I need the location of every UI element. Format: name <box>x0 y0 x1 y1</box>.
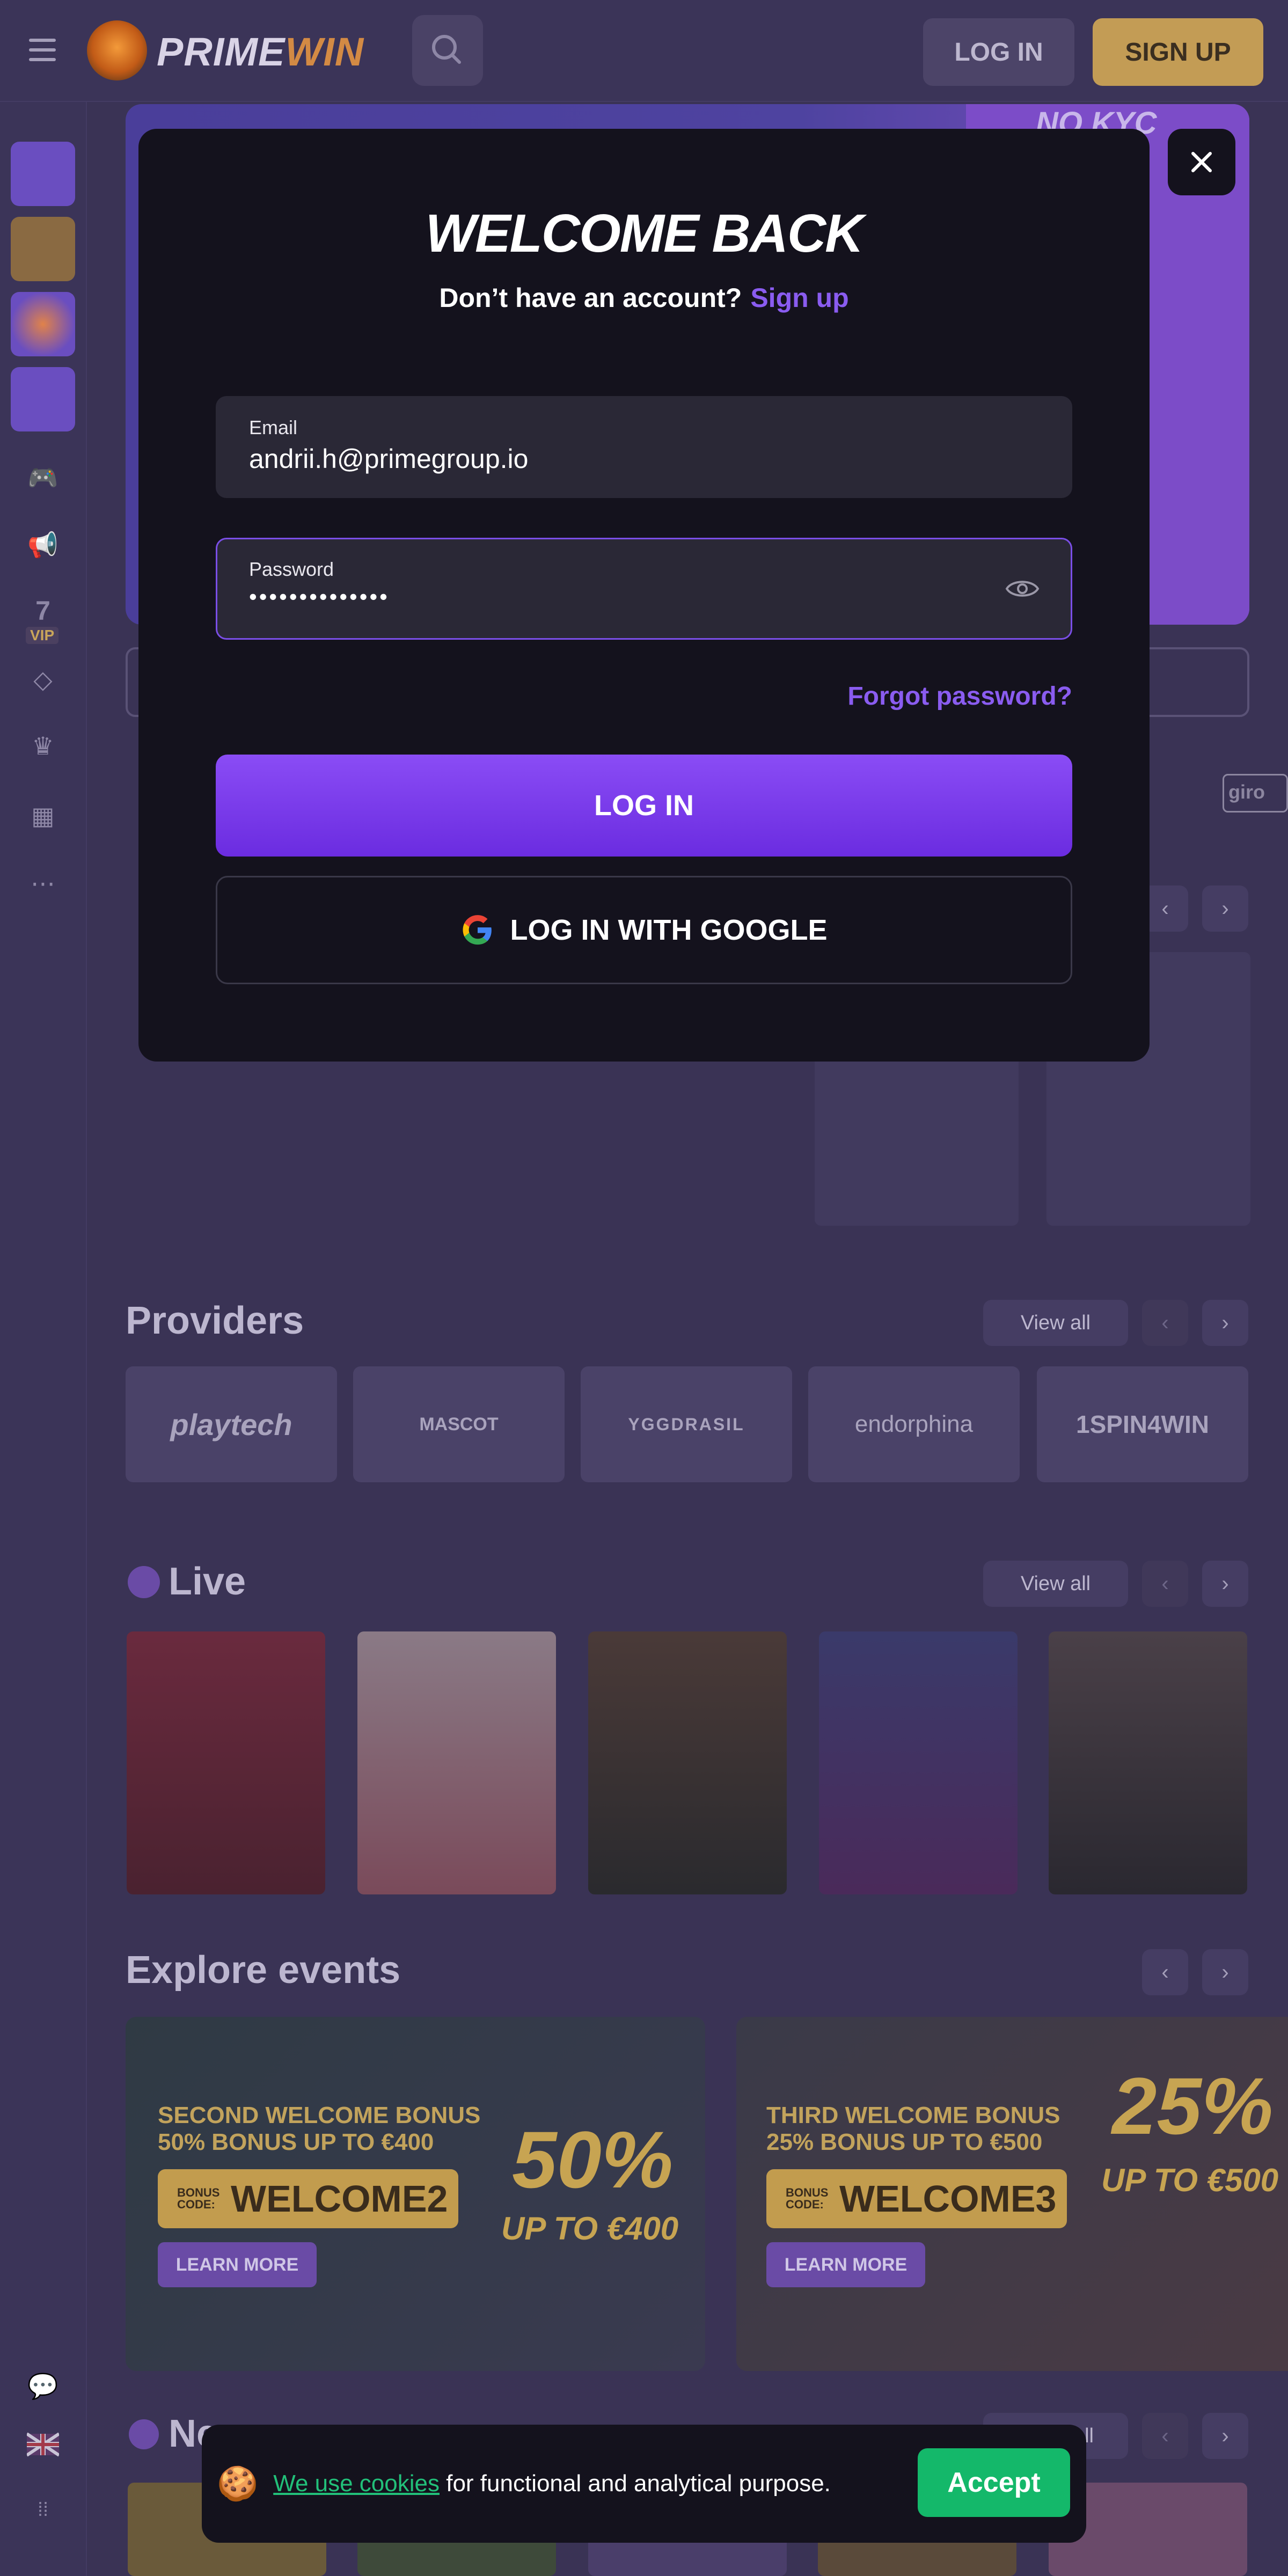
providers-next-button[interactable]: › <box>1202 1300 1248 1346</box>
live-title: Live <box>169 1560 246 1603</box>
bonus-code: WELCOME3 <box>839 2178 1057 2220</box>
bonus-code: WELCOME2 <box>231 2178 448 2220</box>
no-account-text: Don’t have an account? <box>439 283 742 313</box>
login-submit-button[interactable]: LOG IN <box>216 755 1072 857</box>
password-label: Password <box>249 558 334 580</box>
provider-mascot[interactable]: MASCOT <box>353 1366 565 1482</box>
email-label: Email <box>249 416 298 438</box>
eye-icon[interactable] <box>1004 575 1041 602</box>
accept-cookies-button[interactable]: Accept <box>918 2448 1070 2517</box>
sidebar-tile-wheel[interactable] <box>11 292 75 356</box>
new-prev-button[interactable]: ‹ <box>1142 2413 1188 2459</box>
crown-icon[interactable]: ♛ <box>27 730 59 762</box>
close-icon <box>1191 152 1212 172</box>
payment-logo-giro: giro <box>1223 774 1288 813</box>
event-line1: THIRD WELCOME BONUS <box>766 2102 1060 2128</box>
email-value[interactable]: andrii.h@primegroup.io <box>249 443 528 474</box>
live-game-cashback-blackjack[interactable] <box>588 1631 787 1894</box>
learn-more-button[interactable]: LEARN MORE <box>158 2242 317 2287</box>
event-line2: 50% BONUS UP TO €400 <box>158 2129 434 2155</box>
live-next-button[interactable]: › <box>1202 1561 1248 1607</box>
event-line1: SECOND WELCOME BONUS <box>158 2102 481 2128</box>
bonus-code-box: BONUS CODE: WELCOME3 <box>766 2169 1067 2228</box>
brand-logo[interactable]: PRIMEWIN <box>157 29 364 75</box>
logo-tiger-icon <box>87 20 147 80</box>
live-section-icon <box>128 1566 160 1598</box>
uk-flag-icon[interactable] <box>27 2430 59 2459</box>
google-login-label: LOG IN WITH GOOGLE <box>510 914 828 946</box>
sidebar-tile-crown[interactable] <box>11 217 75 281</box>
new-section-icon <box>129 2419 159 2449</box>
provider-1spin4win[interactable]: 1SPIN4WIN <box>1037 1366 1248 1482</box>
close-modal-button[interactable] <box>1168 129 1235 195</box>
menu-icon[interactable] <box>27 34 64 68</box>
cookie-icon: 🍪 <box>217 2465 259 2502</box>
live-game-american-roulette[interactable] <box>127 1631 325 1894</box>
search-icon <box>432 35 461 64</box>
diamond-icon[interactable]: ◇ <box>27 663 59 696</box>
event-big-percent: 25% <box>1112 2061 1274 2151</box>
search-button[interactable] <box>412 15 483 86</box>
new-next-button[interactable]: › <box>1202 2413 1248 2459</box>
providers-title: Providers <box>126 1299 304 1342</box>
password-value[interactable]: •••••••••••••• <box>249 584 390 610</box>
google-login-button[interactable]: LOG IN WITH GOOGLE <box>216 876 1072 984</box>
bonus-code-label: BONUS CODE: <box>177 2186 220 2211</box>
more-icon[interactable]: ⋯ <box>27 867 59 899</box>
event-big-amount: UP TO €400 <box>501 2211 679 2246</box>
brand-prime-text: PRIME <box>157 30 286 74</box>
provider-yggdrasil[interactable]: YGGDRASIL <box>581 1366 792 1482</box>
events-title: Explore events <box>126 1949 401 1992</box>
vip-badge: VIP <box>26 627 59 644</box>
learn-more-button[interactable]: LEARN MORE <box>766 2242 925 2287</box>
modal-title: WELCOME BACK <box>425 203 864 264</box>
grid-icon[interactable]: ▦ <box>27 800 59 832</box>
next-arrow-button[interactable]: › <box>1202 885 1248 932</box>
forgot-password-link[interactable]: Forgot password? <box>751 682 1072 711</box>
gamepad-icon[interactable]: 🎮 <box>27 462 59 494</box>
events-next-button[interactable]: › <box>1202 1949 1248 1995</box>
providers-view-all-button[interactable]: View all <box>983 1300 1128 1346</box>
provider-endorphina[interactable]: endorphina <box>808 1366 1020 1482</box>
bonus-code-label: BONUS CODE: <box>786 2186 829 2211</box>
event-big-amount: UP TO €500 <box>1101 2162 1279 2198</box>
brand-win-text: WIN <box>285 30 364 74</box>
bonus-code-box: BONUS CODE: WELCOME2 <box>158 2169 458 2228</box>
live-game-japanese-baccarat[interactable] <box>357 1631 556 1894</box>
top-header: PRIMEWIN LOG IN SIGN UP <box>0 0 1288 102</box>
provider-playtech[interactable]: playtech <box>126 1366 337 1482</box>
live-view-all-button[interactable]: View all <box>983 1561 1128 1607</box>
event-big-percent: 50% <box>512 2114 674 2205</box>
google-icon <box>463 915 492 945</box>
event-card-welcome3[interactable]: THIRD WELCOME BONUS 25% BONUS UP TO €500… <box>736 2017 1288 2371</box>
event-card-welcome2[interactable]: SECOND WELCOME BONUS 50% BONUS UP TO €40… <box>126 2017 705 2371</box>
live-game-cashback-blackjack-2[interactable] <box>1049 1631 1247 1894</box>
apps-icon[interactable]: ⁞⁞ <box>27 2493 59 2526</box>
sidebar-tile-1[interactable] <box>11 142 75 206</box>
events-prev-button[interactable]: ‹ <box>1142 1949 1188 1995</box>
live-prev-button[interactable]: ‹ <box>1142 1561 1188 1607</box>
header-login-button[interactable]: LOG IN <box>923 18 1074 86</box>
sidebar-tile-4[interactable] <box>11 367 75 431</box>
header-signup-button[interactable]: SIGN UP <box>1093 18 1263 86</box>
modal-subtitle: Don’t have an account? Sign up <box>138 282 1150 313</box>
event-line2: 25% BONUS UP TO €500 <box>766 2129 1043 2155</box>
cookie-policy-link[interactable]: We use cookies <box>273 2470 440 2497</box>
chat-icon[interactable]: 💬 <box>27 2370 59 2402</box>
megaphone-icon[interactable]: 📢 <box>27 529 59 561</box>
live-game-lucky-ball-roulette[interactable] <box>819 1631 1018 1894</box>
providers-prev-button[interactable]: ‹ <box>1142 1300 1188 1346</box>
seven-icon[interactable]: 7 <box>27 595 59 627</box>
cookie-text: We use cookies for functional and analyt… <box>273 2470 831 2497</box>
cookie-text-body: for functional and analytical purpose. <box>440 2470 831 2497</box>
signup-link[interactable]: Sign up <box>750 283 848 313</box>
